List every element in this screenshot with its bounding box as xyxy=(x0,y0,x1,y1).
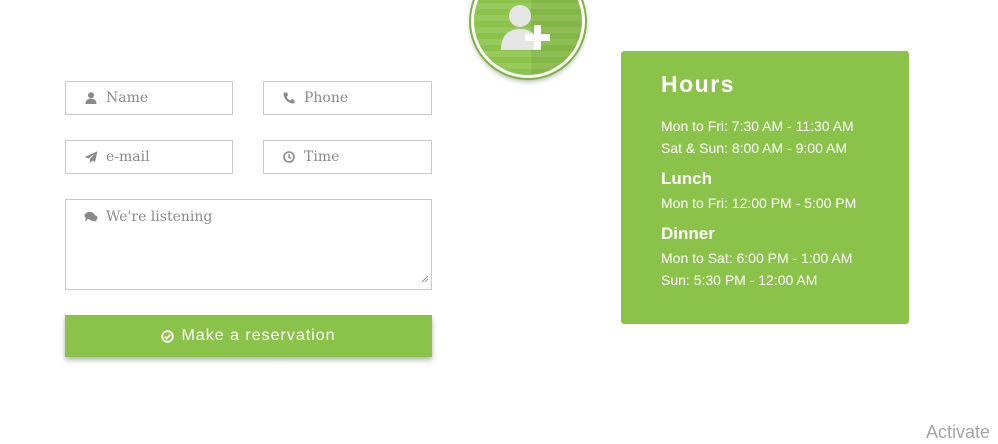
comments-icon xyxy=(84,211,98,225)
dinner-heading: Dinner xyxy=(661,224,715,243)
email-placeholder: e-mail xyxy=(106,149,150,165)
name-placeholder: Name xyxy=(106,90,149,106)
activate-watermark: Activate xyxy=(926,422,991,442)
paper-plane-icon xyxy=(84,150,98,164)
resize-handle-icon[interactable] xyxy=(421,271,429,287)
message-textarea[interactable]: We're listening xyxy=(65,199,432,290)
add-user-badge xyxy=(471,0,585,78)
lunch-heading: Lunch xyxy=(661,169,712,188)
hours-weekend: Sat & Sun: 8:00 AM - 9:00 AM xyxy=(661,140,847,156)
phone-icon xyxy=(282,91,296,105)
name-field[interactable]: Name xyxy=(65,81,233,115)
make-reservation-button[interactable]: Make a reservation xyxy=(65,315,432,357)
add-user-icon xyxy=(501,5,550,50)
dinner-hours-sunday: Sun: 5:30 PM - 12:00 AM xyxy=(661,272,818,288)
check-circle-icon xyxy=(161,329,175,343)
dinner-hours-weekday: Mon to Sat: 6:00 PM - 1:00 AM xyxy=(661,250,853,266)
phone-placeholder: Phone xyxy=(304,90,349,106)
lunch-hours: Mon to Fri: 12:00 PM - 5:00 PM xyxy=(661,195,857,211)
message-placeholder: We're listening xyxy=(106,209,213,225)
make-reservation-label: Make a reservation xyxy=(181,327,336,344)
hours-title: Hours xyxy=(661,71,735,97)
time-field[interactable]: Time xyxy=(263,140,432,174)
phone-field[interactable]: Phone xyxy=(263,81,432,115)
email-field[interactable]: e-mail xyxy=(65,140,233,174)
clock-icon xyxy=(282,150,296,164)
time-placeholder: Time xyxy=(304,149,340,165)
user-icon xyxy=(84,91,98,105)
hours-weekday: Mon to Fri: 7:30 AM - 11:30 AM xyxy=(661,118,854,134)
hours-panel: Hours Mon to Fri: 7:30 AM - 11:30 AM Sat… xyxy=(621,51,909,324)
